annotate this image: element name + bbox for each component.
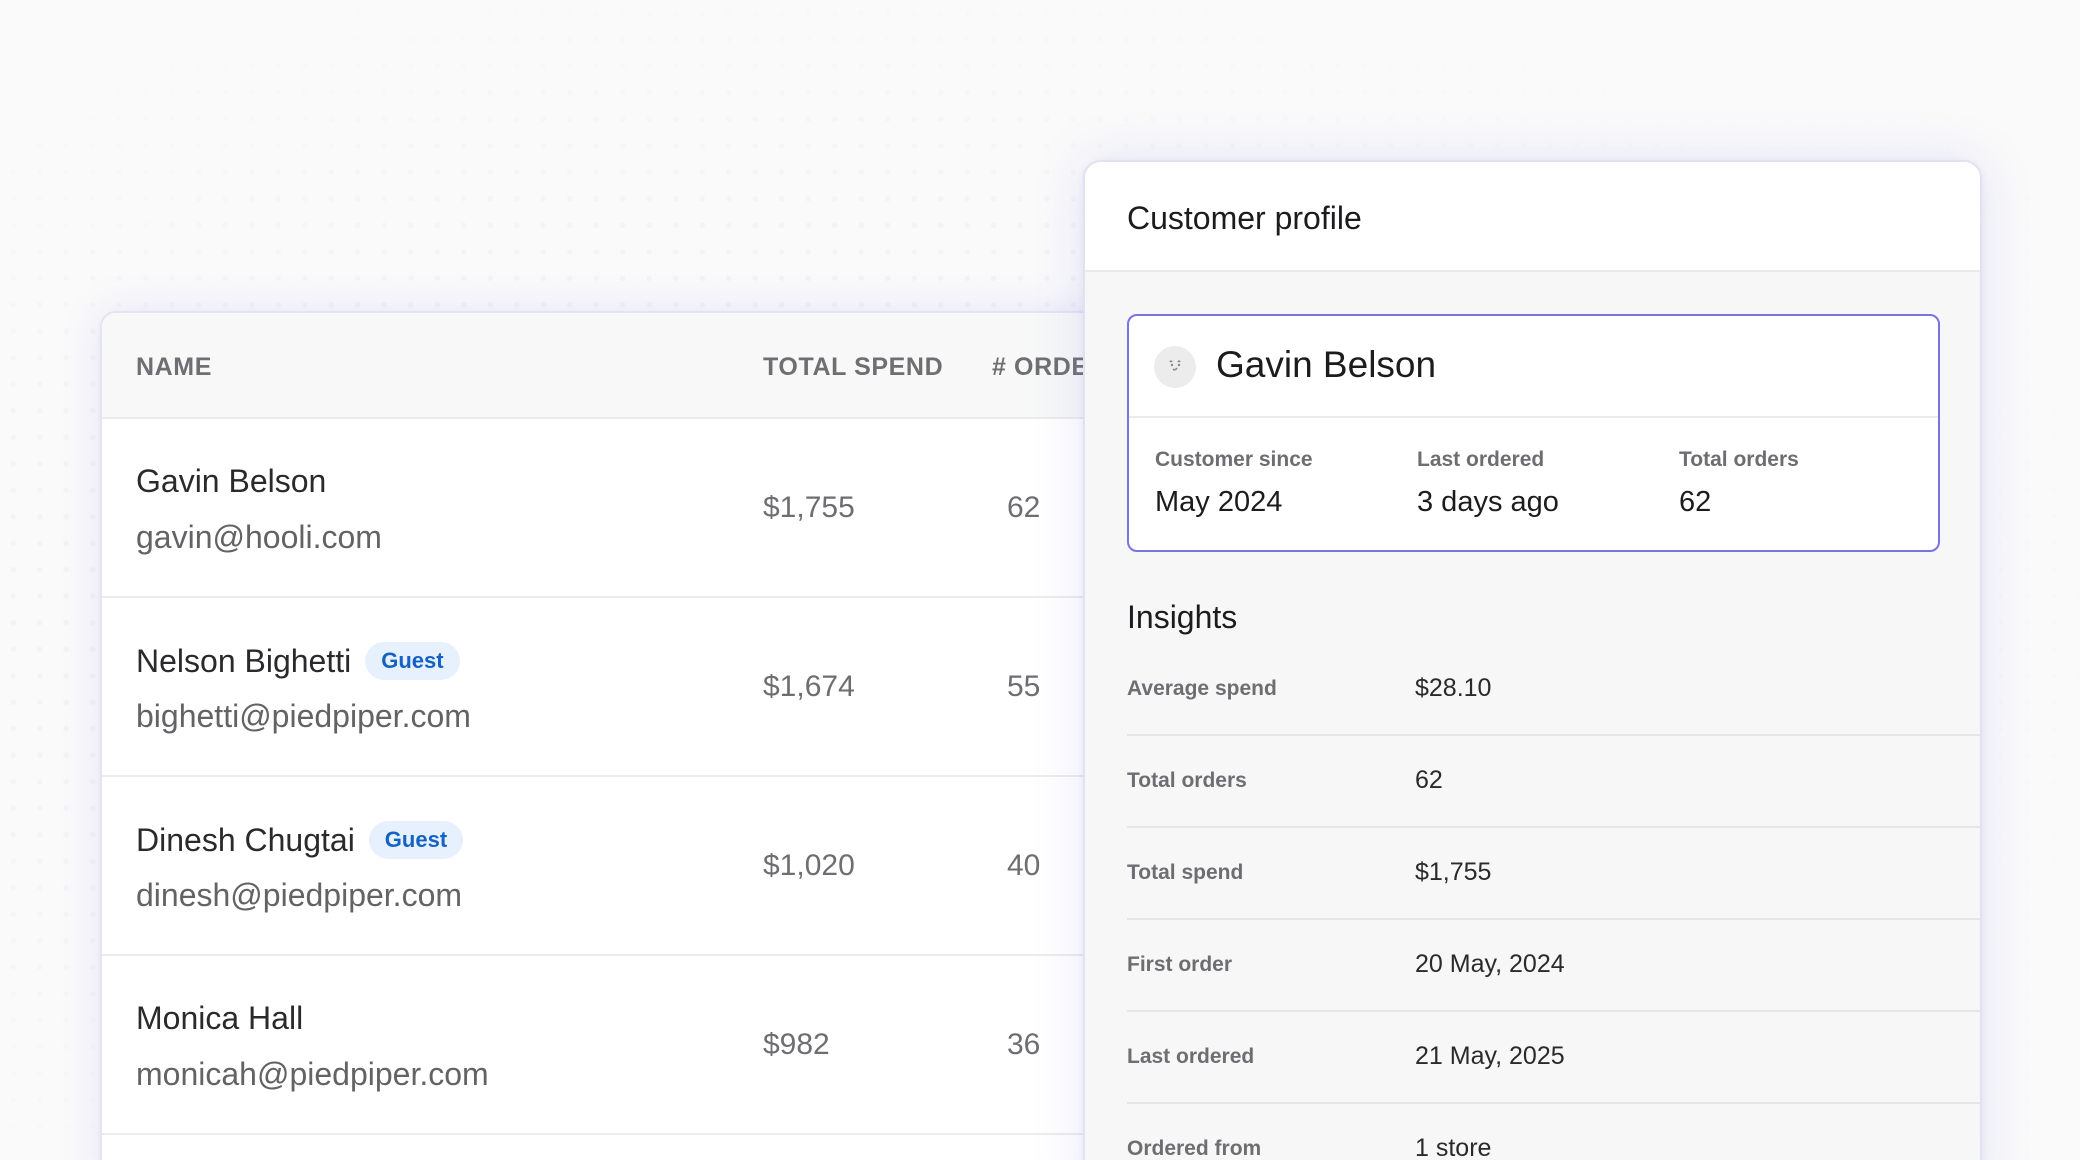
customer-profile-panel: Customer profile Gavin Belson Customer s… — [1083, 160, 1982, 1160]
customer-name: Monica Hall — [136, 1000, 304, 1036]
insight-value: $1,755 — [1415, 858, 1492, 886]
insight-value: 21 May, 2025 — [1415, 1042, 1565, 1070]
table-row[interactable]: Dinesh Chugtai Guest dinesh@piedpiper.co… — [102, 777, 1158, 956]
insight-label: Total orders — [1127, 769, 1247, 792]
profile-title: Customer profile — [1127, 200, 1362, 236]
insights-heading: Insights — [1127, 599, 1238, 635]
insight-label: Last ordered — [1127, 1045, 1255, 1068]
stat-label: Total orders — [1679, 448, 1799, 471]
customer-name-heading: Gavin Belson — [1216, 344, 1437, 385]
guest-badge: Guest — [368, 821, 464, 859]
insight-value: 1 store — [1415, 1134, 1492, 1160]
stat-value: 62 — [1679, 486, 1712, 518]
insight-row-total-spend: Total spend $1,755 — [1127, 828, 1980, 920]
insight-value: $28.10 — [1415, 674, 1492, 702]
column-header-name[interactable]: NAME — [136, 353, 212, 382]
insight-value: 20 May, 2024 — [1415, 950, 1565, 978]
insight-label: Average spend — [1127, 677, 1277, 700]
orders-cell: 55 — [1007, 670, 1041, 703]
stat-customer-since: Customer since May 2024 — [1155, 448, 1313, 519]
customer-name-cell: Dinesh Chugtai Guest — [136, 821, 464, 859]
customer-name: Gavin Belson — [136, 463, 327, 499]
customer-email: bighetti@piedpiper.com — [136, 698, 471, 734]
customer-name-cell: Nelson Bighetti Guest — [136, 642, 460, 680]
customer-summary-card[interactable]: Gavin Belson Customer since May 2024 Las… — [1127, 314, 1940, 552]
customer-name: Nelson Bighetti — [136, 642, 352, 679]
table-row[interactable]: Gavin Belson gavin@hooli.com $1,755 62 — [102, 419, 1158, 598]
stat-total-orders: Total orders 62 — [1679, 448, 1799, 519]
orders-cell: 36 — [1007, 1028, 1041, 1061]
summary-header: Gavin Belson — [1129, 316, 1938, 418]
face-icon — [1154, 346, 1196, 388]
total-spend-cell: $1,674 — [763, 670, 855, 703]
column-header-total-spend[interactable]: TOTAL SPEND — [763, 353, 943, 382]
insight-row-last-ordered: Last ordered 21 May, 2025 — [1127, 1012, 1980, 1104]
customer-name: Dinesh Chugtai — [136, 821, 355, 858]
stat-value: May 2024 — [1155, 486, 1283, 518]
table-row[interactable]: Monica Hall monicah@piedpiper.com $982 3… — [102, 956, 1158, 1135]
total-spend-cell: $982 — [763, 1028, 830, 1061]
orders-cell: 62 — [1007, 491, 1041, 524]
total-spend-cell: $1,755 — [763, 491, 855, 524]
customer-email: monicah@piedpiper.com — [136, 1056, 489, 1092]
profile-header: Customer profile — [1085, 162, 1980, 272]
total-spend-cell: $1,020 — [763, 849, 855, 882]
insight-label: Total spend — [1127, 861, 1244, 884]
stat-label: Customer since — [1155, 448, 1313, 471]
customer-name-cell: Monica Hall — [136, 1000, 303, 1037]
insight-row-total-orders: Total orders 62 — [1127, 736, 1980, 828]
insight-label: First order — [1127, 953, 1233, 976]
customer-name-cell: Gavin Belson — [136, 463, 326, 500]
customer-email: dinesh@piedpiper.com — [136, 877, 463, 913]
stat-last-ordered: Last ordered 3 days ago — [1417, 448, 1559, 519]
insight-value: 62 — [1415, 766, 1443, 794]
insight-row-average-spend: Average spend $28.10 — [1127, 644, 1980, 736]
stat-value: 3 days ago — [1417, 486, 1559, 518]
table-row[interactable]: Nelson Bighetti Guest bighetti@piedpiper… — [102, 598, 1158, 777]
customer-email: gavin@hooli.com — [136, 519, 382, 555]
guest-badge: Guest — [365, 642, 460, 680]
insight-label: Ordered from — [1127, 1137, 1262, 1160]
customers-table: NAME TOTAL SPEND # ORDERS Gavin Belson g… — [100, 311, 1160, 1160]
table-header: NAME TOTAL SPEND # ORDERS — [102, 313, 1158, 419]
insight-row-ordered-from: Ordered from 1 store — [1127, 1104, 1980, 1160]
orders-cell: 40 — [1007, 849, 1041, 882]
insight-row-first-order: First order 20 May, 2024 — [1127, 920, 1980, 1012]
canvas: NAME TOTAL SPEND # ORDERS Gavin Belson g… — [0, 0, 2080, 1160]
stat-label: Last ordered — [1417, 448, 1545, 471]
